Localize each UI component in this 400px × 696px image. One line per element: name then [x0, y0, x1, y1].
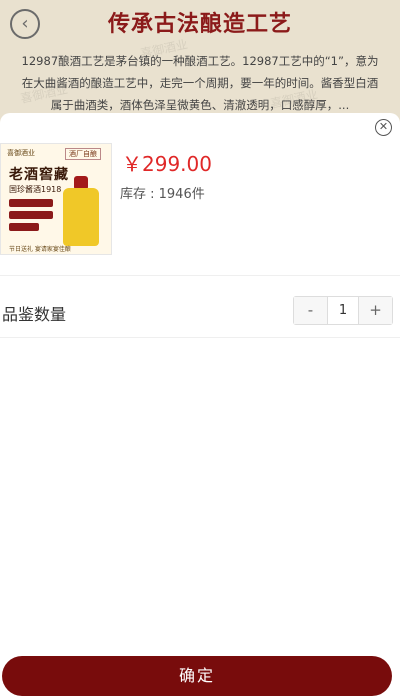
banner-description: 12987酿酒工艺是茅台镇的一种酿酒工艺。12987工艺中的“1”，意为在大曲酱… [21, 54, 379, 112]
decrease-button[interactable]: - [294, 297, 327, 324]
thumb-tag: 酒厂自酿 [65, 148, 101, 160]
confirm-button[interactable]: 确定 [2, 656, 392, 696]
thumb-subtitle: 国珍酱酒1918 [9, 185, 62, 194]
thumb-feature-pill [9, 223, 39, 231]
divider [0, 337, 400, 338]
increase-button[interactable]: + [359, 297, 392, 324]
close-button[interactable]: ✕ [375, 119, 392, 136]
quantity-value[interactable]: 1 [327, 297, 359, 324]
quantity-stepper: - 1 + [293, 296, 393, 325]
thumb-title: 老酒窖藏 [9, 167, 69, 183]
thumb-brand: 喜御酒业 [7, 149, 35, 157]
product-price: ￥299.00 [122, 152, 212, 176]
bottle-image [63, 188, 99, 246]
product-stock: 库存 : 1946件 [120, 187, 205, 202]
thumb-feature-pill [9, 199, 53, 207]
divider [0, 275, 400, 276]
background-banner: 喜御酒业 喜御酒业 喜御酒业 ‹ 传承古法酿造工艺 12987酿酒工艺是茅台镇的… [0, 0, 400, 130]
purchase-sheet: ✕ 喜御酒业 酒厂自酿 老酒窖藏 国珍酱酒1918 节日送礼 宴请家宴佳酿 ￥2… [0, 113, 400, 693]
thumb-footer: 节日送礼 宴请家宴佳酿 [9, 246, 71, 253]
thumb-feature-pill [9, 211, 53, 219]
page-title: 传承古法酿造工艺 [107, 11, 292, 37]
close-icon: ✕ [378, 120, 389, 133]
product-thumbnail: 喜御酒业 酒厂自酿 老酒窖藏 国珍酱酒1918 节日送礼 宴请家宴佳酿 [0, 143, 112, 255]
quantity-label: 品鉴数量 [2, 305, 67, 324]
